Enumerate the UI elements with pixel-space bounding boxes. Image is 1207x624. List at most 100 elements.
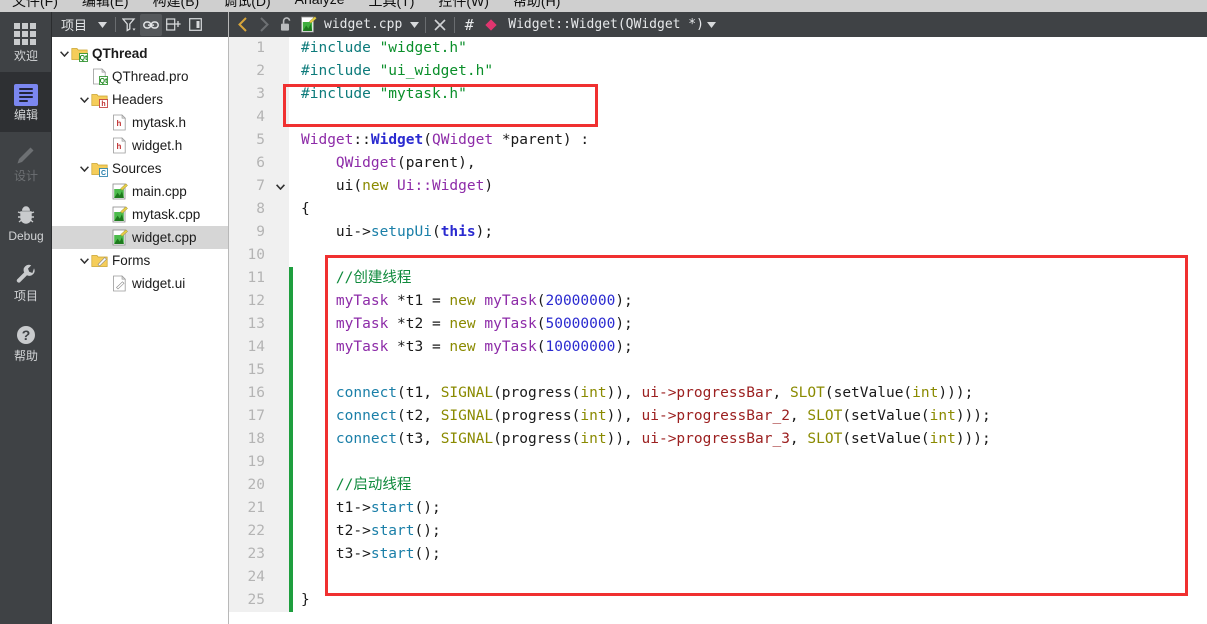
header-file-icon: h	[111, 137, 128, 154]
code-text-11[interactable]: //创建线程	[293, 267, 411, 290]
project-panel-title[interactable]: 项目	[54, 15, 91, 34]
line-number-9: 9	[229, 221, 271, 244]
mode-button-编辑[interactable]: 编辑	[0, 72, 52, 132]
code-text-19[interactable]	[293, 451, 310, 474]
code-text-22[interactable]: t2->start();	[293, 520, 441, 543]
menu-item-0[interactable]: 文件(F)	[0, 0, 70, 11]
expander-QThread.pro	[78, 65, 91, 88]
svg-text:Qt: Qt	[80, 55, 88, 62]
filter-icon[interactable]	[118, 14, 140, 36]
header-file-icon: h	[113, 137, 126, 154]
fold-column-22	[271, 520, 289, 543]
token: )));	[955, 408, 991, 424]
code-text-23[interactable]: t3->start();	[293, 543, 441, 566]
menu-item-4[interactable]: Analyze	[283, 0, 357, 11]
code-text-12[interactable]: myTask *t1 = new myTask(20000000);	[293, 290, 633, 313]
code-text-6[interactable]: QWidget(parent),	[293, 152, 476, 175]
tree-item-Forms[interactable]: Forms	[52, 249, 228, 272]
code-text-7[interactable]: ui(new Ui::Widget)	[293, 175, 493, 198]
token: "ui_widget.h"	[379, 63, 494, 79]
file-chevron-down-icon[interactable]	[406, 14, 422, 36]
code-text-18[interactable]: connect(t3, SIGNAL(progress(int)), ui->p…	[293, 428, 991, 451]
code-text-13[interactable]: myTask *t2 = new myTask(50000000);	[293, 313, 633, 336]
code-text-20[interactable]: //启动线程	[293, 474, 411, 497]
cpp-file-icon	[111, 206, 128, 223]
close-panel-icon[interactable]	[184, 14, 206, 36]
mode-button-欢迎[interactable]: 欢迎	[0, 12, 52, 72]
split-icon[interactable]	[162, 14, 184, 36]
tree-item-label: QThread.pro	[112, 69, 189, 84]
tree-item-QThread[interactable]: Qt QThread	[52, 42, 228, 65]
code-text-21[interactable]: t1->start();	[293, 497, 441, 520]
mode-button-项目[interactable]: 项目	[0, 252, 52, 312]
chevron-down-icon[interactable]	[91, 14, 113, 36]
menu-item-6[interactable]: 控件(W)	[426, 0, 501, 11]
token: SIGNAL	[440, 385, 494, 401]
symbol-chevron-down-icon[interactable]	[704, 14, 720, 36]
tree-item-widget.cpp[interactable]: widget.cpp	[52, 226, 228, 249]
expander-QThread[interactable]	[58, 42, 71, 65]
code-text-16[interactable]: connect(t1, SIGNAL(progress(int)), ui->p…	[293, 382, 973, 405]
tree-item-mytask.h[interactable]: h mytask.h	[52, 111, 228, 134]
editor-symbol[interactable]: Widget::Widget(QWidget *)	[502, 17, 704, 32]
mode-sidebar: 欢迎 编辑 设计 Debug 项目? 帮助	[0, 12, 52, 624]
code-text-17[interactable]: connect(t2, SIGNAL(progress(int)), ui->p…	[293, 405, 991, 428]
menu-item-5[interactable]: 工具(T)	[356, 0, 426, 11]
code-text-14[interactable]: myTask *t3 = new myTask(10000000);	[293, 336, 633, 359]
code-editor[interactable]: 1 #include "widget.h" 2 #include "ui_widget…	[229, 37, 1207, 624]
line-number-1: 1	[229, 37, 271, 60]
code-text-24[interactable]	[293, 566, 310, 589]
line-number-24: 24	[229, 566, 271, 589]
tree-item-main.cpp[interactable]: main.cpp	[52, 180, 228, 203]
svg-text:h: h	[117, 142, 122, 151]
code-text-3[interactable]: #include "mytask.h"	[293, 83, 467, 106]
tree-item-mytask.cpp[interactable]: mytask.cpp	[52, 203, 228, 226]
code-line-16: 16 connect(t1, SIGNAL(progress(int)), ui…	[229, 382, 991, 405]
token: Ui::Widget	[397, 178, 485, 194]
close-icon[interactable]	[429, 14, 451, 36]
token: myTask	[335, 339, 389, 355]
token: SLOT	[789, 385, 825, 401]
expander-Sources[interactable]	[78, 157, 91, 180]
tree-item-widget.ui[interactable]: widget.ui	[52, 272, 228, 295]
expander-widget.cpp	[98, 226, 111, 249]
back-arrow-icon[interactable]	[231, 14, 253, 36]
mode-button-Debug[interactable]: Debug	[0, 192, 52, 252]
expander-Headers[interactable]	[78, 88, 91, 111]
menu-item-3[interactable]: 调试(D)	[211, 0, 282, 11]
menu-item-1[interactable]: 编辑(E)	[70, 0, 141, 11]
code-text-5[interactable]: Widget::Widget(QWidget *parent) :	[293, 129, 589, 152]
code-text-4[interactable]	[293, 106, 310, 129]
code-text-2[interactable]: #include "ui_widget.h"	[293, 60, 493, 83]
tree-item-Sources[interactable]: C Sources	[52, 157, 228, 180]
expander-Forms[interactable]	[78, 249, 91, 272]
cpp-file-icon	[112, 229, 128, 246]
hash-icon[interactable]: #	[458, 14, 480, 36]
token: SIGNAL	[440, 408, 494, 424]
mode-button-帮助[interactable]: ? 帮助	[0, 312, 52, 372]
code-text-1[interactable]: #include "widget.h"	[293, 37, 467, 60]
fold-column-21	[271, 497, 289, 520]
code-text-10[interactable]	[293, 244, 310, 267]
unlock-icon[interactable]	[275, 14, 297, 36]
menu-item-2[interactable]: 构建(B)	[141, 0, 212, 11]
fold-chevron-icon[interactable]	[273, 175, 287, 198]
code-text-9[interactable]: ui->setupUi(this);	[293, 221, 493, 244]
code-text-8[interactable]: {	[293, 198, 310, 221]
token: start	[370, 546, 415, 562]
code-text-15[interactable]	[293, 359, 310, 382]
wrench-icon	[16, 264, 35, 283]
toolbar-divider	[454, 16, 456, 33]
tree-item-widget.h[interactable]: h widget.h	[52, 134, 228, 157]
token: )),	[606, 385, 642, 401]
link-icon[interactable]	[140, 13, 163, 36]
fold-column-14	[271, 336, 289, 359]
tree-item-QThread.pro[interactable]: Qt QThread.pro	[52, 65, 228, 88]
code-text-25[interactable]: }	[293, 589, 310, 612]
tree-item-Headers[interactable]: h Headers	[52, 88, 228, 111]
editor-filename[interactable]: widget.cpp	[319, 17, 406, 32]
forward-arrow-icon[interactable]	[253, 14, 275, 36]
menu-item-7[interactable]: 帮助(H)	[501, 0, 572, 11]
